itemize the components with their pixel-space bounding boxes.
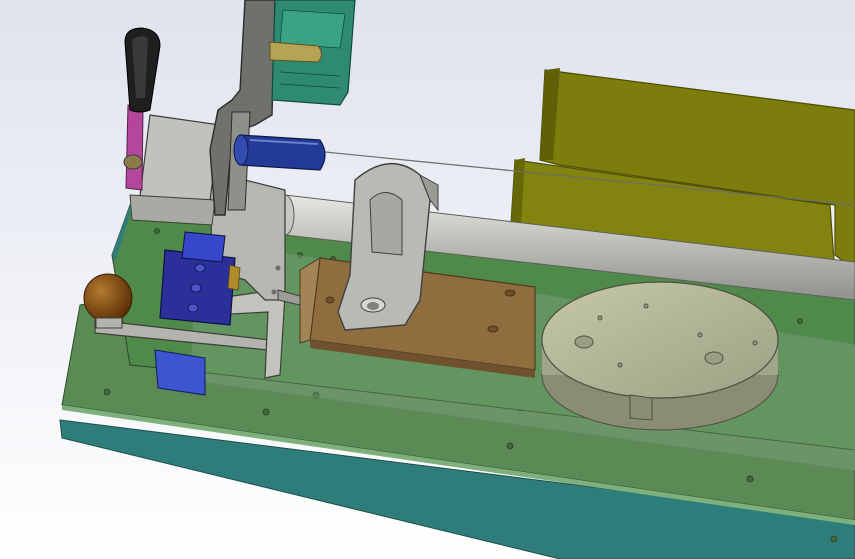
cad-viewport[interactable]: [0, 0, 855, 559]
blue-cylinder-icon[interactable]: [233, 134, 326, 171]
rotary-disc-icon[interactable]: [541, 281, 779, 431]
scene-canvas[interactable]: [0, 0, 855, 559]
teal-block-icon[interactable]: [269, 0, 356, 106]
